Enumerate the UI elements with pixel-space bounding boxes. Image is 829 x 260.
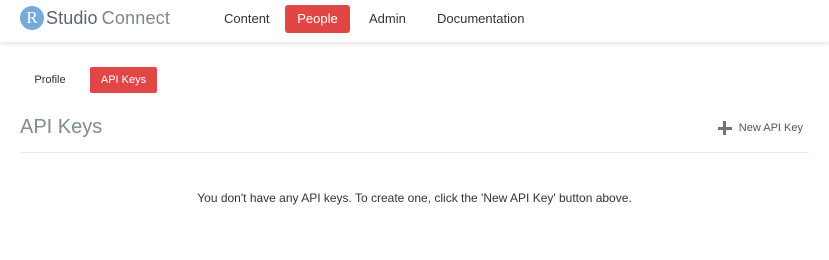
- top-navigation-bar: R Studio Connect Content People Admin Do…: [0, 0, 829, 42]
- plus-icon: [717, 121, 732, 135]
- tab-profile[interactable]: Profile: [20, 67, 80, 93]
- brand-name-studio: Studio: [46, 7, 98, 28]
- brand-name-connect: Connect: [101, 7, 171, 28]
- new-api-key-button[interactable]: New API Key: [717, 118, 803, 138]
- page-title: API Keys: [20, 116, 103, 138]
- nav-item-people[interactable]: People: [285, 5, 350, 33]
- nav-item-admin[interactable]: Admin: [355, 5, 420, 33]
- nav-item-content[interactable]: Content: [210, 5, 284, 33]
- tab-api-keys[interactable]: API Keys: [90, 67, 157, 93]
- new-api-key-label: New API Key: [738, 122, 803, 134]
- section-divider: [20, 152, 809, 153]
- empty-state-message: You don't have any API keys. To create o…: [197, 191, 632, 205]
- brand-logo-link[interactable]: R Studio Connect: [20, 6, 170, 30]
- nav-item-documentation[interactable]: Documentation: [423, 5, 538, 33]
- r-logo-icon: R: [20, 6, 44, 30]
